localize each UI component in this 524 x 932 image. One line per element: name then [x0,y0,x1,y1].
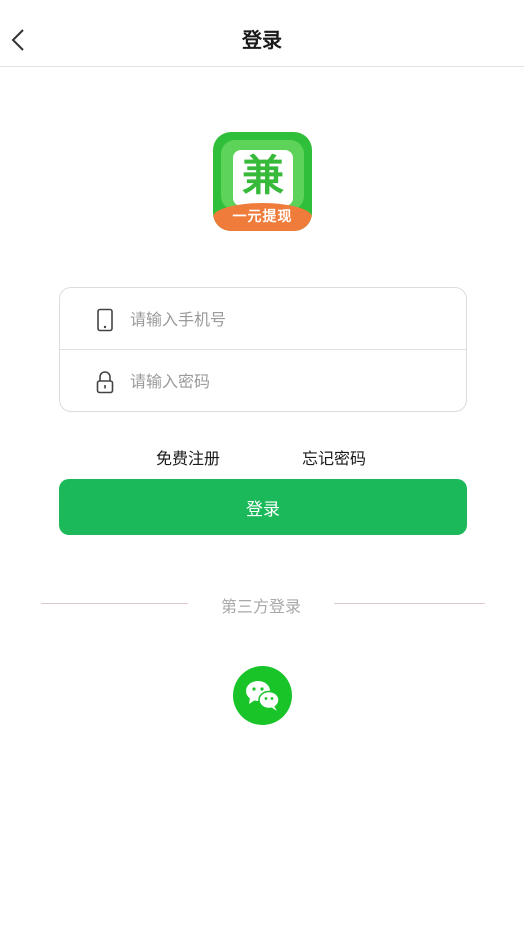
logo-character: 兼 [241,151,284,200]
login-button[interactable]: 登录 [59,479,467,535]
divider-left [41,603,188,604]
logo-band-text: 一元提现 [232,209,293,225]
login-page: 登录 兼 一元提现 免费注册 忘记密码 登录 第 [0,0,524,932]
wechat-icon [246,681,280,711]
third-party-label: 第三方登录 [220,597,301,616]
password-row [60,350,466,412]
password-input[interactable] [130,364,430,398]
page-title: 登录 [242,28,282,52]
navbar: 登录 [0,0,524,67]
app-logo: 兼 一元提现 [213,132,312,231]
lock-icon [96,371,114,394]
phone-input[interactable] [130,302,430,336]
register-link[interactable]: 免费注册 [156,445,220,469]
phone-icon [97,308,113,332]
login-form [59,287,467,412]
forgot-password-link[interactable]: 忘记密码 [302,445,366,469]
phone-row [60,288,466,350]
divider-right [334,603,485,604]
wechat-login-button[interactable] [233,666,292,725]
